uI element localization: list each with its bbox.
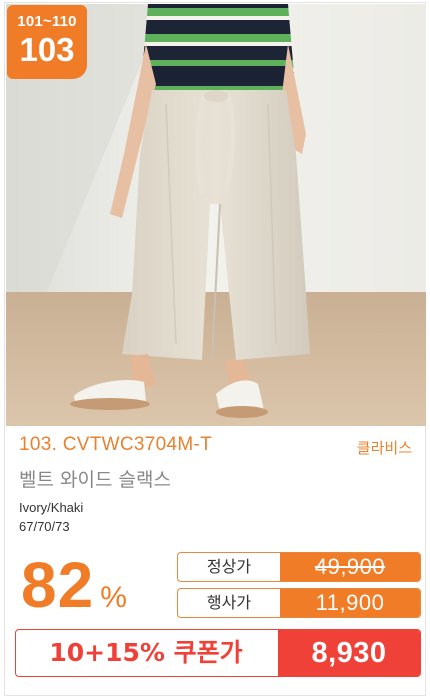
regular-price-value: 49,900 xyxy=(280,553,420,581)
coupon-price-value: 8,930 xyxy=(278,630,420,676)
discount-rate-unit: % xyxy=(100,581,127,614)
discount-rate: 82% xyxy=(21,548,127,622)
ranking-badge: 101~110 103 xyxy=(7,5,87,79)
product-color: Ivory/Khaki xyxy=(19,500,84,515)
regular-price-row: 정상가 49,900 xyxy=(177,552,421,582)
event-price-label: 행사가 xyxy=(206,593,252,612)
discount-rate-number: 82 xyxy=(21,549,95,621)
coupon-price-row[interactable]: 10+15% 쿠폰가 8,930 xyxy=(15,629,421,677)
regular-price-label: 정상가 xyxy=(206,557,252,576)
brand-name[interactable]: 클라비스 xyxy=(357,437,412,458)
event-price-value: 11,900 xyxy=(280,589,420,617)
product-card[interactable]: 101~110 103 103. CVTWC3704M-T 클라비스 벨트 와이… xyxy=(4,2,426,696)
badge-number: 103 xyxy=(19,31,75,68)
product-code[interactable]: 103. CVTWC3704M-T xyxy=(19,434,212,456)
event-price-row: 행사가 11,900 xyxy=(177,588,421,618)
product-sizes: 67/70/73 xyxy=(19,519,70,534)
coupon-price-label: 10+15% 쿠폰가 xyxy=(49,638,243,667)
badge-range: 101~110 xyxy=(17,13,77,30)
product-name[interactable]: 벨트 와이드 슬랙스 xyxy=(19,465,171,492)
